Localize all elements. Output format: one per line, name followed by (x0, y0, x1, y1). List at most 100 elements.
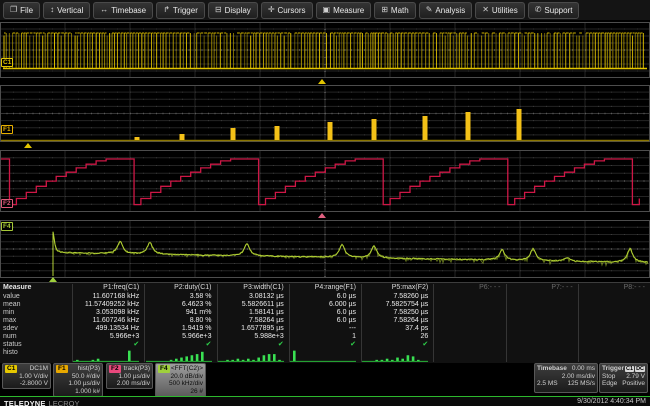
measure-value-cell: 11.607246 kHz (72, 317, 144, 325)
measure-value-cell: 6.4623 % (144, 301, 216, 309)
measure-title: Measure (0, 283, 72, 293)
measure-column-header-p7[interactable]: P7:- - - (506, 283, 578, 293)
channel-chip-f2: F2 (109, 365, 121, 373)
measure-status-cell: ✔ (289, 341, 361, 349)
measure-value-cell (433, 333, 505, 341)
measure-histicon-cell (578, 349, 650, 363)
trigger-descriptor[interactable]: Trigger C1DC Stop 2.79 V Edge Positive (599, 363, 648, 393)
status-check-icon: ✔ (278, 341, 284, 348)
channel-indicator-f2[interactable]: F2 (1, 199, 13, 208)
f4-peak-marker[interactable] (49, 277, 57, 282)
menu-button-cursors[interactable]: ✛Cursors (261, 2, 313, 19)
descriptor-line: 500 kHz/div (158, 380, 203, 388)
descriptor-line: 1.00 V/div (5, 373, 48, 381)
measure-histicon-cell (506, 349, 578, 363)
measure-row-status: status✔✔✔✔✔ (0, 341, 650, 349)
display-icon: ⊟ (215, 6, 222, 14)
grid-f2-track[interactable] (0, 150, 650, 212)
f1-position-marker[interactable] (24, 143, 32, 148)
measure-value-cell: --- (289, 325, 361, 333)
menu-button-display[interactable]: ⊟Display (208, 2, 258, 19)
measure-row-label: num (0, 333, 72, 341)
measure-value-cell: 1.58141 µs (217, 309, 289, 317)
measure-column-header-p4[interactable]: P4:range(F1) (289, 283, 361, 293)
measure-value-cell (433, 325, 505, 333)
descriptor-f2[interactable]: F2track(P3)1.00 µs/div2.00 ms/div (106, 363, 153, 389)
measure-column-header-p2[interactable]: P2:duty(C1) (144, 283, 216, 293)
file-icon: ❐ (10, 6, 17, 14)
math-icon: ⊞ (381, 6, 388, 14)
measure-value-cell (506, 317, 578, 325)
menu-button-trigger[interactable]: ↱Trigger (156, 2, 205, 19)
channel-indicator-f1[interactable]: F1 (1, 125, 13, 134)
measure-row-histo: histo (0, 349, 650, 363)
trigger-icon: ↱ (163, 6, 170, 14)
channel-indicator-f4[interactable]: F4 (1, 222, 13, 231)
measure-row-value: value11.607168 kHz3.58 %3.08132 µs6.0 µs… (0, 293, 650, 301)
measure-value-cell: 37.4 ps (361, 325, 433, 333)
column-separator (289, 284, 290, 362)
menu-button-file[interactable]: ❐File (3, 2, 40, 19)
measure-value-cell (506, 325, 578, 333)
timebase-descriptor[interactable]: Timebase 0.00 ms 2.00 ms/div 2.5 MS 125 … (534, 363, 598, 393)
measure-value-cell: 6.0 µs (289, 309, 361, 317)
grid-f4-fft[interactable] (0, 220, 650, 278)
brand-logo: TELEDYNELECROY (4, 393, 79, 406)
descriptor-title: hist(P3) (78, 365, 100, 373)
grid-f1-histogram[interactable] (0, 85, 650, 142)
measure-status-cell (433, 341, 505, 349)
measure-value-cell (506, 293, 578, 301)
measure-mini-histogram (362, 349, 428, 362)
measure-status-cell (506, 341, 578, 349)
measure-column-header-p8[interactable]: P8:- - - (578, 283, 650, 293)
measure-column-header-p1[interactable]: P1:freq(C1) (72, 283, 144, 293)
menu-button-math[interactable]: ⊞Math (374, 2, 416, 19)
measure-value-cell: 5.966e+3 (144, 333, 216, 341)
measure-column-header-p3[interactable]: P3:width(C1) (217, 283, 289, 293)
measure-column-header-p5[interactable]: P5:max(F2) (361, 283, 433, 293)
menu-label: Cursors (278, 6, 306, 15)
descriptor-f4[interactable]: F4<FFT(C2)>20.0 dB/div500 kHz/div26 # (155, 363, 206, 397)
measure-value-cell: 1.9419 % (144, 325, 216, 333)
menu-button-utilities[interactable]: ✕Utilities (475, 2, 524, 19)
descriptor-c1[interactable]: C1DC1M1.00 V/div-2.8000 V (2, 363, 51, 389)
measure-value-cell (433, 309, 505, 317)
measure-row-sdev: sdev499.13534 Hz1.9419 %1.6577895 µs---3… (0, 325, 650, 333)
menu-button-timebase[interactable]: ↔Timebase (93, 2, 153, 19)
grid-c1-signal[interactable] (0, 22, 650, 78)
channel-chip-f4: F4 (158, 365, 170, 373)
timebase-icon: ↔ (100, 6, 108, 14)
descriptor-header: F2track(P3) (109, 365, 150, 373)
trigger-time-marker[interactable] (318, 79, 326, 84)
measure-value-cell: 7.58250 µs (361, 309, 433, 317)
measure-histicon-cell (361, 349, 433, 363)
utilities-icon: ✕ (482, 6, 489, 14)
measure-value-cell: 6.0 µs (289, 293, 361, 301)
column-separator (506, 284, 507, 362)
measure-value-cell (506, 333, 578, 341)
descriptor-line: 1.00 µs/div (109, 373, 150, 381)
oscilloscope-screen: ❐File↕Vertical↔Timebase↱Trigger⊟Display✛… (0, 0, 650, 406)
menu-button-measure[interactable]: ▣Measure (316, 2, 372, 19)
measure-value-cell (506, 309, 578, 317)
descriptor-line: -2.8000 V (5, 380, 48, 388)
channel-indicator-c1[interactable]: C1 (1, 58, 13, 67)
trigger-source-chips: C1DC (624, 365, 645, 373)
vertical-icon: ↕ (50, 6, 54, 14)
descriptor-line: 2.00 ms/div (109, 380, 150, 388)
menu-button-support[interactable]: ✆Support (528, 2, 580, 19)
measure-row-num: num5.966e+35.966e+35.988e+3126 (0, 333, 650, 341)
descriptor-header: F1hist(P3) (56, 365, 100, 373)
trigger-title: Trigger (602, 365, 624, 373)
measure-histicon-cell (289, 349, 361, 363)
status-check-icon: ✔ (133, 341, 139, 348)
descriptor-title: track(P3) (124, 365, 150, 373)
menu-button-analysis[interactable]: ✎Analysis (419, 2, 473, 19)
f2-trigger-marker[interactable] (318, 213, 326, 218)
measure-value-cell: 7.58264 µs (217, 317, 289, 325)
measure-column-header-p6[interactable]: P6:- - - (433, 283, 505, 293)
menu-button-vertical[interactable]: ↕Vertical (43, 2, 90, 19)
measure-histicon-cell (433, 349, 505, 363)
measure-value-cell: 941 m% (144, 309, 216, 317)
measure-row-label: sdev (0, 325, 72, 333)
